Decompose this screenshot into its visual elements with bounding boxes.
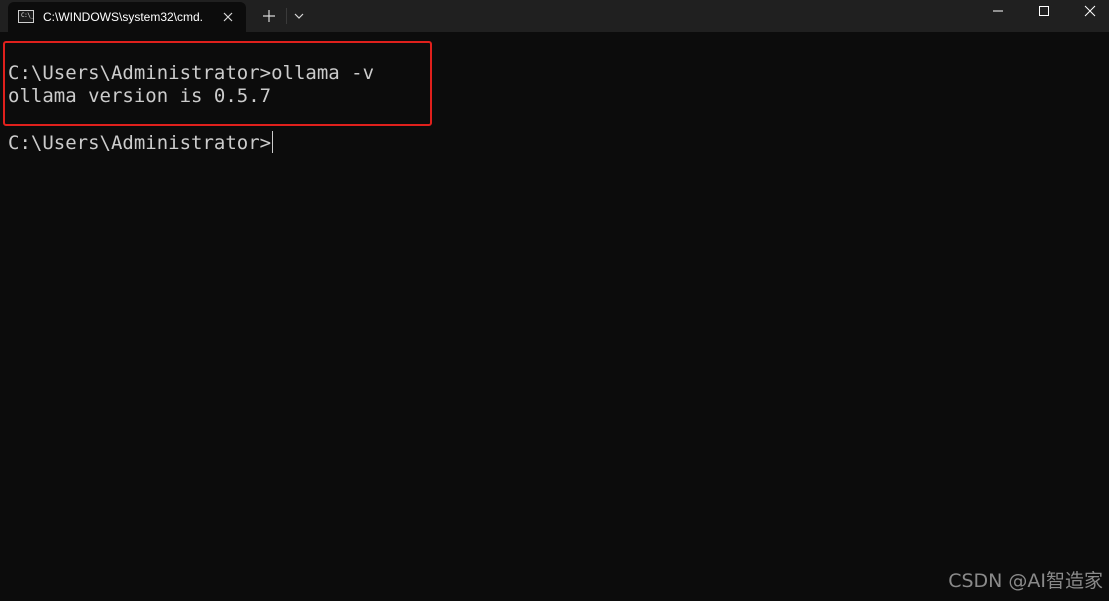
maximize-button[interactable] [1021,0,1067,32]
terminal-window: C:\_ C:\WINDOWS\system32\cmd. C:\Users\A… [0,0,1109,601]
window-close-button[interactable] [1067,0,1109,32]
minimize-button[interactable] [975,0,1021,32]
tab-title: C:\WINDOWS\system32\cmd. [43,10,204,24]
terminal-prompt: C:\Users\Administrator> [8,132,272,154]
new-tab-button[interactable] [259,6,279,26]
terminal-line: ollama version is 0.5.7 [8,85,272,107]
profile-dropdown-button[interactable] [290,6,308,26]
plus-icon [263,10,275,22]
cmd-console-icon: C:\_ [18,10,34,23]
terminal-line: C:\Users\Administrator>ollama -v [8,62,375,84]
tab-separator [286,8,287,24]
terminal-prompt-line[interactable]: C:\Users\Administrator> [8,131,274,155]
tab-cmd[interactable]: C:\_ C:\WINDOWS\system32\cmd. [8,2,246,32]
close-icon [223,12,233,22]
terminal-output-area[interactable]: C:\Users\Administrator>ollama -v ollama … [0,32,1109,601]
title-bar[interactable]: C:\_ C:\WINDOWS\system32\cmd. [0,0,1109,32]
minimize-icon [993,10,1003,12]
chevron-down-icon [294,13,304,19]
tab-close-button[interactable] [220,9,236,25]
close-icon [1084,5,1096,17]
text-cursor [272,131,274,153]
watermark-text: CSDN @AI智造家 [948,570,1103,592]
cmd-console-icon-glyph: C:\_ [21,12,34,19]
maximize-icon [1039,6,1049,16]
